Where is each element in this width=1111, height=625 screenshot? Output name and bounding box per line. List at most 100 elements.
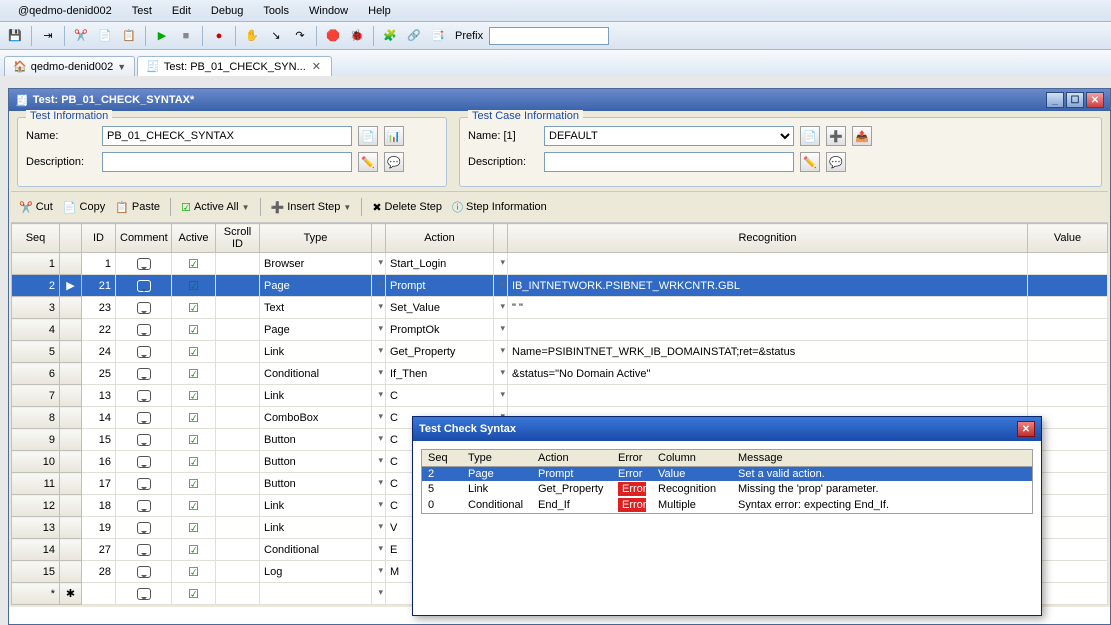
delete-step-button[interactable]: ✖Delete Step bbox=[372, 201, 442, 214]
cell-type-dropdown[interactable] bbox=[372, 539, 386, 561]
cell-action[interactable]: Start_Login bbox=[386, 253, 494, 275]
cell-type[interactable]: ComboBox bbox=[260, 407, 372, 429]
cell-active[interactable]: ☑ bbox=[172, 583, 216, 605]
col-recognition[interactable]: Recognition bbox=[508, 224, 1028, 253]
cell-value[interactable] bbox=[1028, 363, 1108, 385]
cell-comment[interactable] bbox=[116, 407, 172, 429]
cell-comment[interactable] bbox=[116, 319, 172, 341]
col-seq[interactable]: Seq bbox=[12, 224, 60, 253]
restore-button[interactable]: ☐ bbox=[1066, 92, 1084, 108]
cell-active[interactable]: ☑ bbox=[172, 341, 216, 363]
cell-type[interactable]: Page bbox=[260, 319, 372, 341]
cell-recognition[interactable]: IB_INTNETWORK.PSIBNET_WRKCNTR.GBL bbox=[508, 275, 1028, 297]
case-name-select[interactable]: DEFAULT bbox=[544, 126, 794, 146]
cell-id[interactable]: 18 bbox=[82, 495, 116, 517]
cell-type-dropdown[interactable] bbox=[372, 429, 386, 451]
cell-scroll-id[interactable] bbox=[216, 561, 260, 583]
chevron-down-icon[interactable]: ▼ bbox=[117, 62, 126, 72]
cell-type[interactable] bbox=[260, 583, 372, 605]
cell-recognition[interactable] bbox=[508, 385, 1028, 407]
test-history-button[interactable]: 📊 bbox=[384, 126, 404, 146]
insert-step-button[interactable]: ➕Insert Step▼ bbox=[271, 201, 352, 214]
dialog-titlebar[interactable]: Test Check Syntax ✕ bbox=[413, 417, 1041, 441]
cell-action[interactable]: Prompt bbox=[386, 275, 494, 297]
cell-scroll-id[interactable] bbox=[216, 517, 260, 539]
cell-action-dropdown[interactable] bbox=[494, 341, 508, 363]
cell-active[interactable]: ☑ bbox=[172, 473, 216, 495]
cell-scroll-id[interactable] bbox=[216, 275, 260, 297]
syntax-results-grid[interactable]: Seq Type Action Error Column Message 2Pa… bbox=[421, 449, 1033, 514]
tab-close-icon[interactable]: ✕ bbox=[310, 60, 323, 73]
cell-id[interactable]: 25 bbox=[82, 363, 116, 385]
case-desc-input[interactable] bbox=[544, 152, 794, 172]
tree-icon[interactable]: 🧩 bbox=[379, 25, 401, 47]
minimize-button[interactable]: _ bbox=[1046, 92, 1064, 108]
cell-value[interactable] bbox=[1028, 297, 1108, 319]
cell-id[interactable]: 15 bbox=[82, 429, 116, 451]
cell-type[interactable]: Link bbox=[260, 495, 372, 517]
cell-type[interactable]: Text bbox=[260, 297, 372, 319]
step-over-icon[interactable]: ↷ bbox=[289, 25, 311, 47]
cell-scroll-id[interactable] bbox=[216, 495, 260, 517]
cell-active[interactable]: ☑ bbox=[172, 363, 216, 385]
paste-button[interactable]: 📋Paste bbox=[115, 201, 160, 214]
case-export-button[interactable]: 📤 bbox=[852, 126, 872, 146]
cell-type-dropdown[interactable] bbox=[372, 451, 386, 473]
cell-type-dropdown[interactable] bbox=[372, 583, 386, 605]
step-info-button[interactable]: ⓘStep Information bbox=[452, 199, 547, 215]
table-row[interactable]: 323☑TextSet_Value" " bbox=[12, 297, 1108, 319]
cell-value[interactable] bbox=[1028, 385, 1108, 407]
copy-icon[interactable]: 📄 bbox=[94, 25, 116, 47]
bug-icon[interactable]: 🐞 bbox=[346, 25, 368, 47]
cell-type-dropdown[interactable] bbox=[372, 407, 386, 429]
cell-comment[interactable] bbox=[116, 583, 172, 605]
cell-action-dropdown[interactable] bbox=[494, 385, 508, 407]
cell-action[interactable]: Set_Value bbox=[386, 297, 494, 319]
cell-comment[interactable] bbox=[116, 539, 172, 561]
syntax-row[interactable]: 5LinkGet_PropertyErrorRecognitionMissing… bbox=[422, 481, 1032, 497]
menu-test[interactable]: Test bbox=[122, 3, 162, 19]
cell-scroll-id[interactable] bbox=[216, 297, 260, 319]
cell-comment[interactable] bbox=[116, 253, 172, 275]
cell-scroll-id[interactable] bbox=[216, 429, 260, 451]
pcol-error[interactable]: Error bbox=[612, 450, 652, 467]
cell-id[interactable]: 1 bbox=[82, 253, 116, 275]
table-row[interactable]: 422☑PagePromptOk bbox=[12, 319, 1108, 341]
prefix-input[interactable] bbox=[489, 27, 609, 45]
table-row[interactable]: 625☑ConditionalIf_Then&status="No Domain… bbox=[12, 363, 1108, 385]
close-button[interactable]: ✕ bbox=[1086, 92, 1104, 108]
cell-type-dropdown[interactable] bbox=[372, 319, 386, 341]
cell-comment[interactable] bbox=[116, 451, 172, 473]
active-all-button[interactable]: ☑Active All▼ bbox=[181, 201, 249, 214]
cell-active[interactable]: ☑ bbox=[172, 385, 216, 407]
cell-scroll-id[interactable] bbox=[216, 583, 260, 605]
pcol-column[interactable]: Column bbox=[652, 450, 732, 467]
cell-comment[interactable] bbox=[116, 561, 172, 583]
cell-id[interactable]: 16 bbox=[82, 451, 116, 473]
cell-comment[interactable] bbox=[116, 275, 172, 297]
record-icon[interactable]: ● bbox=[208, 25, 230, 47]
cell-comment[interactable] bbox=[116, 473, 172, 495]
cell-type[interactable]: Link bbox=[260, 341, 372, 363]
cell-value[interactable] bbox=[1028, 319, 1108, 341]
cell-type-dropdown[interactable] bbox=[372, 363, 386, 385]
cell-type-dropdown[interactable] bbox=[372, 385, 386, 407]
col-id[interactable]: ID bbox=[82, 224, 116, 253]
cell-action[interactable]: If_Then bbox=[386, 363, 494, 385]
cell-id[interactable]: 17 bbox=[82, 473, 116, 495]
syntax-row[interactable]: 2PagePromptErrorValueSet a valid action. bbox=[422, 467, 1032, 482]
cell-id[interactable]: 13 bbox=[82, 385, 116, 407]
cell-active[interactable]: ☑ bbox=[172, 451, 216, 473]
cell-type-dropdown[interactable] bbox=[372, 473, 386, 495]
cell-active[interactable]: ☑ bbox=[172, 539, 216, 561]
case-copy-button[interactable]: 📄 bbox=[800, 126, 820, 146]
cell-type[interactable]: Button bbox=[260, 451, 372, 473]
cell-scroll-id[interactable] bbox=[216, 385, 260, 407]
test-desc-input[interactable] bbox=[102, 152, 352, 172]
cell-type-dropdown[interactable] bbox=[372, 297, 386, 319]
cell-scroll-id[interactable] bbox=[216, 451, 260, 473]
cell-active[interactable]: ☑ bbox=[172, 517, 216, 539]
menu-edit[interactable]: Edit bbox=[162, 3, 201, 19]
cell-action[interactable]: C bbox=[386, 385, 494, 407]
case-desc-comment-button[interactable]: 💬 bbox=[826, 152, 846, 172]
